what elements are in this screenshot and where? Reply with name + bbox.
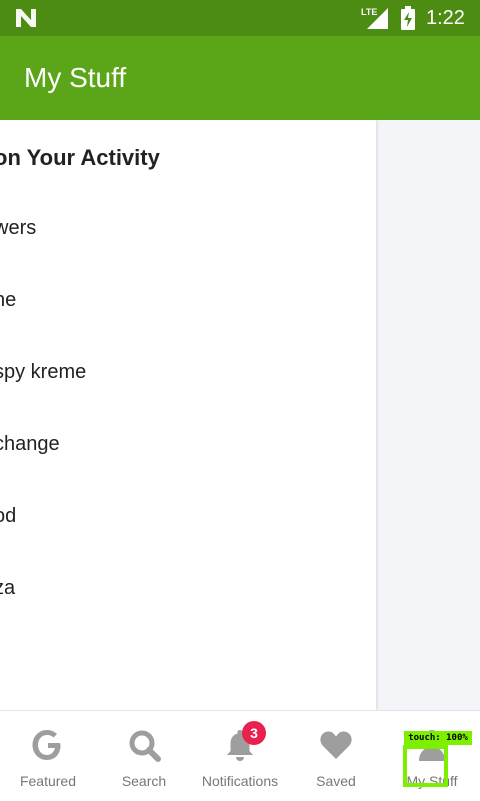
battery-charging-icon (401, 6, 415, 30)
tab-saved[interactable]: Saved (288, 711, 384, 801)
list-item[interactable]: od (0, 502, 16, 530)
status-bar: LTE 1:22 (0, 0, 480, 36)
touch-indicator-label: touch: 100% (404, 731, 472, 745)
touch-indicator-box (403, 745, 448, 787)
list-item[interactable]: spy kreme (0, 358, 86, 386)
heart-icon (320, 731, 352, 759)
list-item[interactable]: ne (0, 286, 16, 314)
search-icon (129, 730, 161, 762)
clock-time: 1:22 (426, 7, 465, 29)
notification-n-icon (16, 9, 36, 27)
list-item[interactable]: za (0, 574, 15, 602)
tab-label: Search (121, 773, 167, 789)
lte-label: LTE (361, 7, 377, 17)
google-g-icon (32, 730, 61, 760)
tab-featured[interactable]: Featured (0, 711, 96, 801)
tab-search[interactable]: Search (96, 711, 192, 801)
notification-count-badge: 3 (242, 721, 266, 745)
app-bar: My Stuff (0, 36, 480, 120)
section-title: on Your Activity (0, 145, 160, 170)
content-area: on Your Activity wers ne spy kreme chang… (0, 120, 480, 710)
page-title: My Stuff (24, 62, 127, 93)
activity-panel: on Your Activity wers ne spy kreme chang… (0, 120, 376, 710)
lte-signal-icon: LTE (361, 7, 388, 29)
list-item[interactable]: wers (0, 214, 36, 242)
tab-label: Featured (19, 773, 77, 789)
tab-label: Saved (316, 773, 356, 789)
tab-notifications[interactable]: Notifications (192, 711, 288, 801)
tab-label: Notifications (201, 773, 279, 789)
list-item[interactable]: change (0, 430, 60, 458)
